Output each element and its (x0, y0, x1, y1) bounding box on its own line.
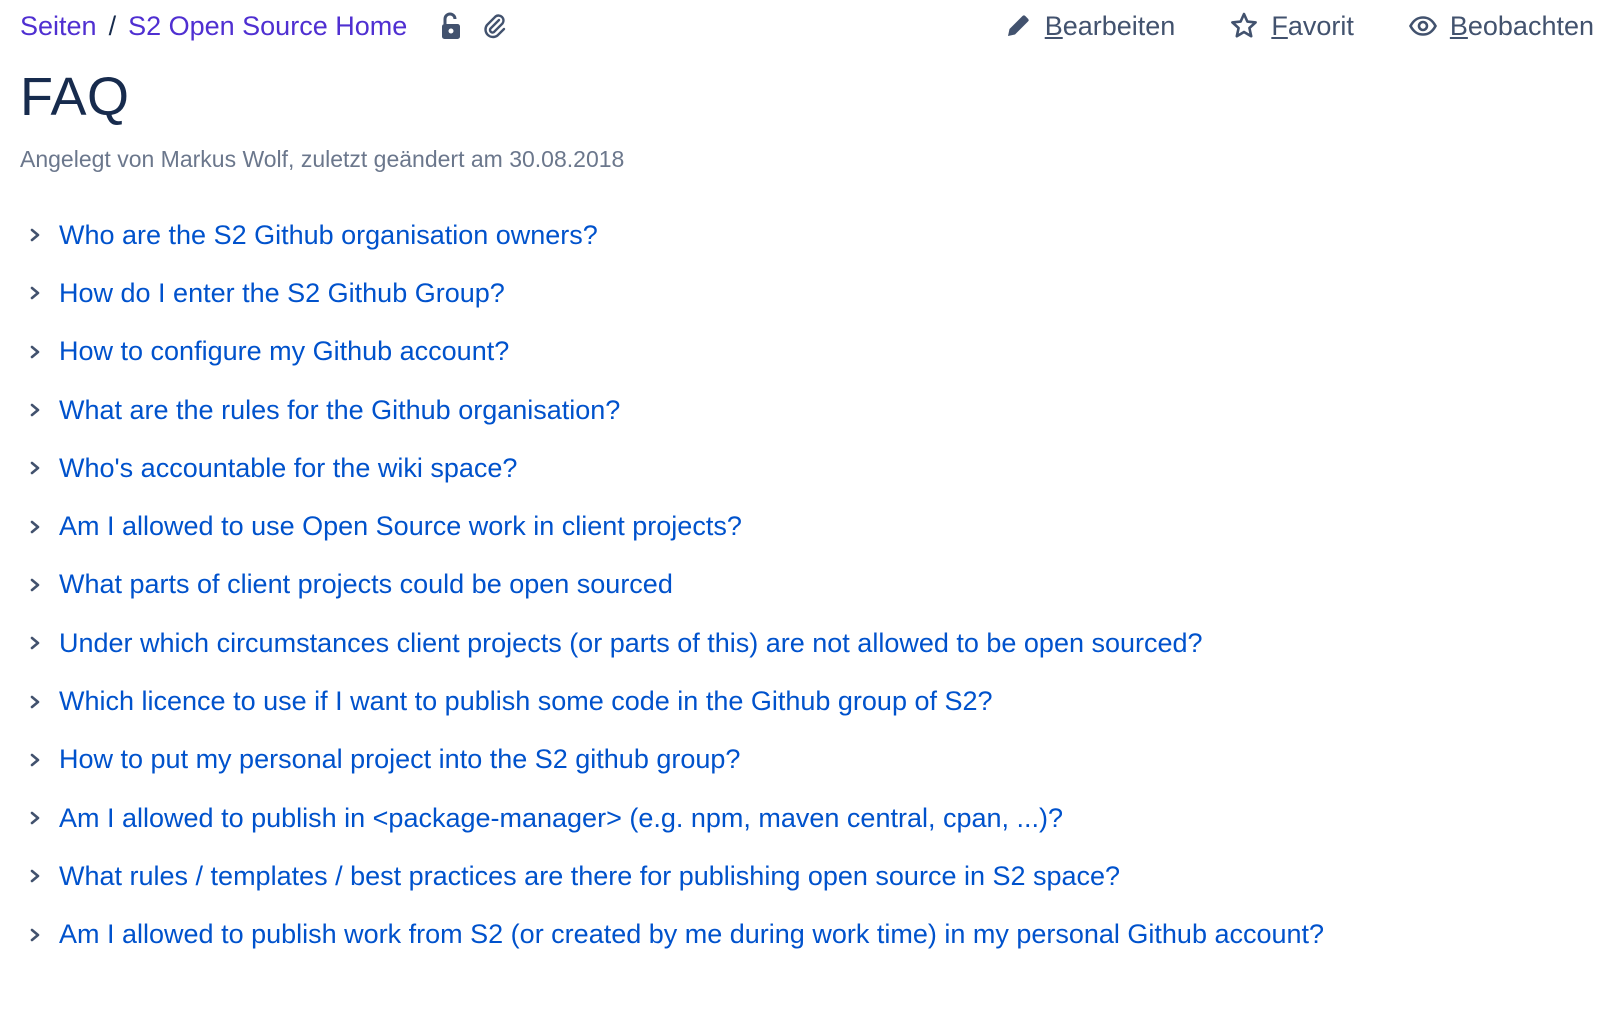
favorite-button[interactable]: Favorit (1229, 11, 1354, 42)
chevron-right-icon[interactable] (24, 749, 46, 771)
faq-item: How to configure my Github account? (24, 323, 1324, 381)
watch-button[interactable]: Beobachten (1408, 11, 1594, 42)
chevron-right-icon[interactable] (24, 282, 46, 304)
faq-item: Am I allowed to publish in <package-mana… (24, 789, 1324, 847)
breadcrumb-separator: / (108, 11, 117, 41)
chevron-right-icon[interactable] (24, 457, 46, 479)
faq-item: What parts of client projects could be o… (24, 556, 1324, 614)
breadcrumb-root-link[interactable]: Seiten (20, 8, 97, 44)
edit-button[interactable]: Bearbeiten (1003, 10, 1176, 42)
faq-item: Who's accountable for the wiki space? (24, 439, 1324, 497)
favorite-label: Favorit (1271, 10, 1354, 41)
faq-question-link[interactable]: What are the rules for the Github organi… (59, 395, 620, 426)
faq-question-link[interactable]: Who's accountable for the wiki space? (59, 453, 517, 484)
faq-item: What are the rules for the Github organi… (24, 381, 1324, 439)
watch-label: Beobachten (1449, 10, 1594, 41)
faq-item: What rules / templates / best practices … (24, 847, 1324, 905)
top-bar: Seiten / S2 Open Source Home Bearbeiten … (20, 8, 1594, 44)
star-icon (1229, 11, 1259, 41)
faq-question-link[interactable]: How to configure my Github account? (59, 336, 509, 367)
chevron-right-icon[interactable] (24, 865, 46, 887)
unlock-icon[interactable] (437, 12, 465, 40)
faq-question-link[interactable]: What rules / templates / best practices … (59, 861, 1120, 892)
faq-question-link[interactable]: Who are the S2 Github organisation owner… (59, 220, 598, 251)
attachment-icon[interactable] (481, 12, 509, 40)
faq-item: Under which circumstances client project… (24, 614, 1324, 672)
faq-item: How do I enter the S2 Github Group? (24, 264, 1324, 322)
page-title: FAQ (20, 67, 130, 127)
faq-question-link[interactable]: Under which circumstances client project… (59, 628, 1203, 659)
eye-icon (1408, 11, 1438, 41)
chevron-right-icon[interactable] (24, 924, 46, 946)
chevron-right-icon[interactable] (24, 691, 46, 713)
chevron-right-icon[interactable] (24, 574, 46, 596)
faq-item: Which licence to use if I want to publis… (24, 672, 1324, 730)
faq-item: Am I allowed to use Open Source work in … (24, 497, 1324, 555)
page-metadata: Angelegt von Markus Wolf, zuletzt geände… (20, 146, 625, 172)
faq-question-link[interactable]: Am I allowed to use Open Source work in … (59, 511, 742, 542)
pencil-icon (1003, 11, 1033, 41)
faq-item: How to put my personal project into the … (24, 731, 1324, 789)
faq-question-link[interactable]: Am I allowed to publish in <package-mana… (59, 803, 1063, 834)
edit-label: Bearbeiten (1044, 10, 1176, 41)
chevron-right-icon[interactable] (24, 632, 46, 654)
breadcrumb: Seiten / S2 Open Source Home (20, 8, 509, 44)
faq-question-link[interactable]: What parts of client projects could be o… (59, 569, 673, 600)
faq-question-link[interactable]: How to put my personal project into the … (59, 744, 740, 775)
faq-item: Am I allowed to publish work from S2 (or… (24, 906, 1324, 964)
chevron-right-icon[interactable] (24, 516, 46, 538)
faq-question-link[interactable]: Am I allowed to publish work from S2 (or… (59, 919, 1324, 950)
chevron-right-icon[interactable] (24, 224, 46, 246)
chevron-right-icon[interactable] (24, 807, 46, 829)
faq-question-link[interactable]: How do I enter the S2 Github Group? (59, 278, 505, 309)
page-actions: Bearbeiten Favorit Beobachten (1003, 11, 1594, 42)
faq-item: Who are the S2 Github organisation owner… (24, 206, 1324, 264)
faq-list: Who are the S2 Github organisation owner… (24, 206, 1324, 964)
faq-question-link[interactable]: Which licence to use if I want to publis… (59, 686, 993, 717)
breadcrumb-parent-link[interactable]: S2 Open Source Home (128, 8, 407, 44)
page-restriction-icons (437, 12, 509, 40)
chevron-right-icon[interactable] (24, 399, 46, 421)
chevron-right-icon[interactable] (24, 341, 46, 363)
